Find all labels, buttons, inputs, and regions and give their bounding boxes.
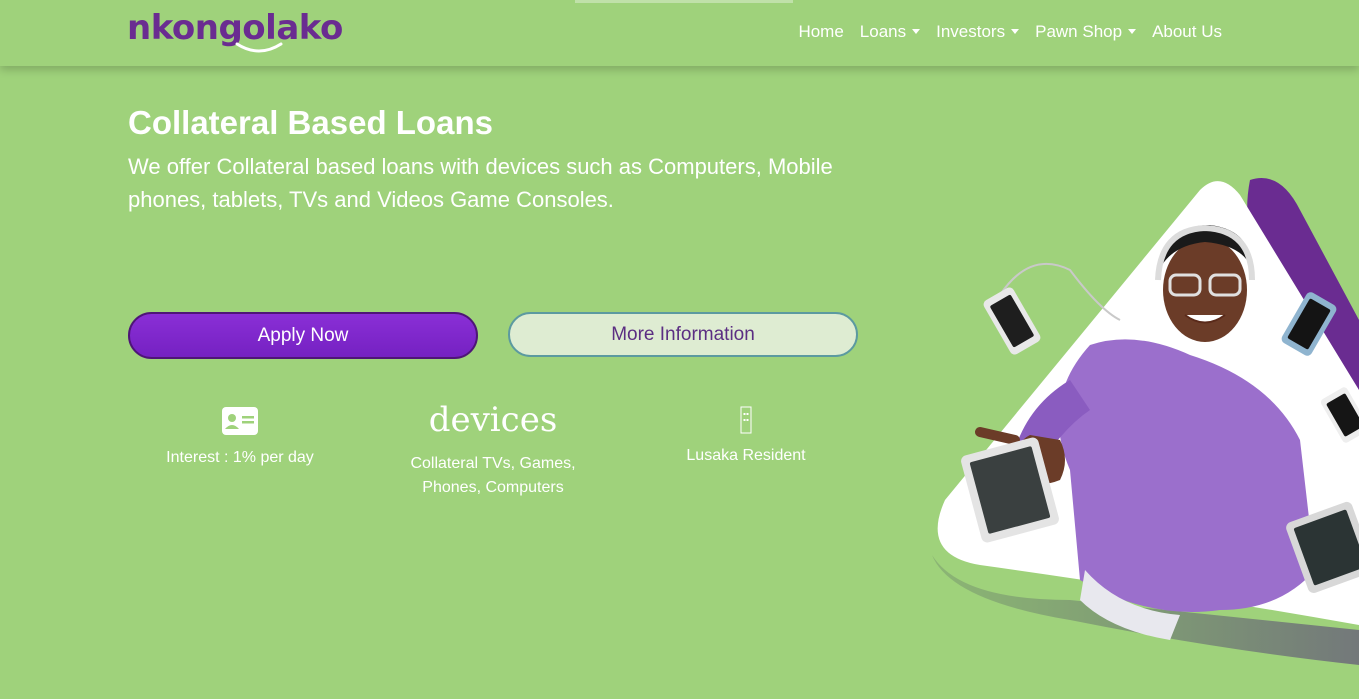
- nav-home-label: Home: [798, 22, 844, 41]
- nav-home[interactable]: Home: [790, 22, 851, 42]
- navbar: nkongolako Home Loans Investors Pawn Sho…: [0, 0, 1359, 66]
- caret-down-icon: [1128, 28, 1137, 34]
- hero-illustration: [932, 178, 1359, 665]
- nav-pawn-shop-label: Pawn Shop: [1035, 22, 1123, 41]
- nav-pawn-shop-dropdown[interactable]: Pawn Shop: [1027, 22, 1144, 42]
- nav-investors-label: Investors: [936, 22, 1006, 41]
- feature-interest-text: Interest : 1% per day: [166, 449, 314, 466]
- nav-top-line: [575, 0, 793, 3]
- phone-image: [983, 287, 1041, 355]
- devices-heading: devices: [428, 400, 558, 440]
- feature-devices-text: Collateral TVs, Games, Phones, Computers: [410, 455, 576, 496]
- page-title: Collateral Based Loans: [128, 104, 493, 141]
- nav-links: Home Loans Investors Pawn Shop About Us: [790, 22, 1230, 42]
- more-information-label: More Information: [611, 323, 755, 345]
- nav-loans-label: Loans: [859, 22, 907, 41]
- missing-glyph-icon: [740, 406, 752, 434]
- more-information-button[interactable]: More Information: [508, 312, 858, 357]
- brand-logo[interactable]: nkongolako: [127, 8, 343, 54]
- feature-resident: Lusaka Resident: [634, 406, 858, 468]
- nav-loans-dropdown[interactable]: Loans: [852, 22, 928, 42]
- caret-down-icon: [1011, 28, 1020, 34]
- caret-down-icon: [912, 28, 921, 34]
- logo-smile-icon: [235, 42, 283, 53]
- apply-now-button[interactable]: Apply Now: [128, 312, 478, 359]
- hero-subtitle: We offer Collateral based loans with dev…: [128, 154, 833, 212]
- nav-about-us[interactable]: About Us: [1144, 22, 1230, 42]
- nav-investors-dropdown[interactable]: Investors: [928, 22, 1027, 42]
- feature-devices: devices Collateral TVs, Games, Phones, C…: [380, 400, 606, 500]
- apply-now-label: Apply Now: [257, 324, 349, 346]
- feature-resident-text: Lusaka Resident: [686, 447, 806, 464]
- nav-about-us-label: About Us: [1152, 22, 1222, 41]
- id-card-icon: [222, 407, 258, 435]
- feature-interest: Interest : 1% per day: [128, 406, 352, 470]
